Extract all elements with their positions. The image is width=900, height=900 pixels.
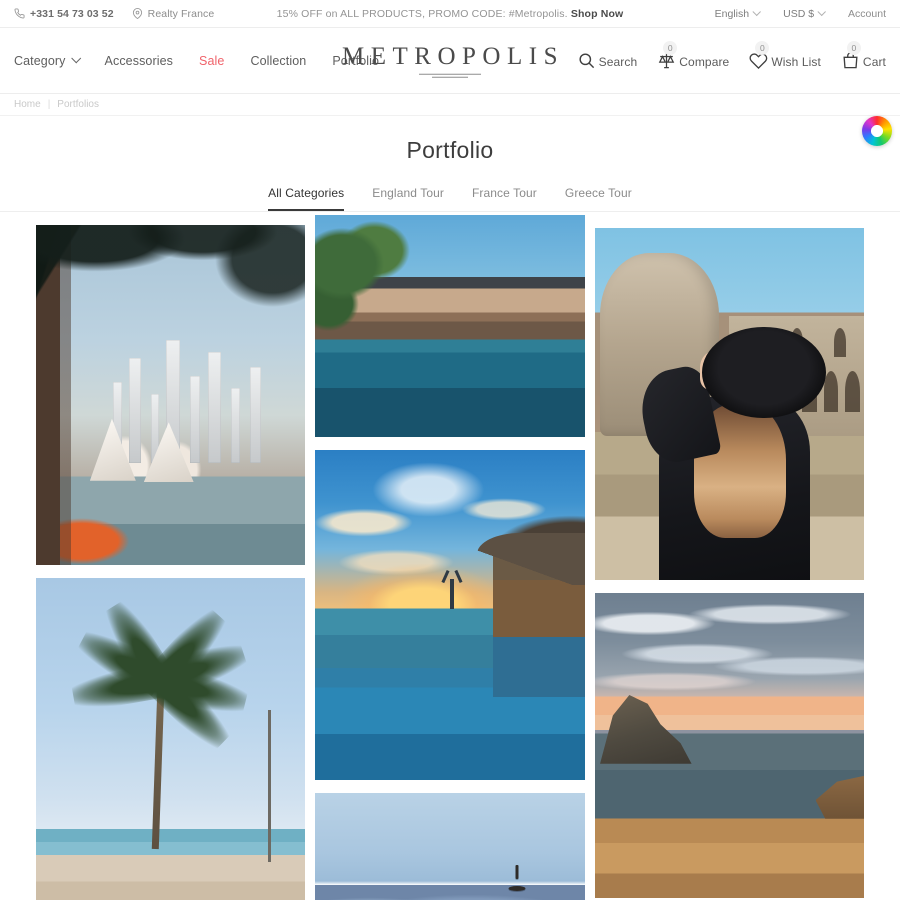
tab-all-categories[interactable]: All Categories bbox=[268, 186, 345, 211]
nav-label-accessories: Accessories bbox=[104, 53, 174, 68]
site-logo[interactable]: METROPOLIS bbox=[336, 43, 564, 78]
page-title: Portfolio bbox=[406, 137, 494, 163]
cart-label: Cart bbox=[862, 55, 886, 69]
beach-lamppost bbox=[267, 710, 271, 862]
wishlist-label: Wish List bbox=[771, 55, 821, 69]
pagoda-tower bbox=[482, 864, 552, 900]
wishlist-button[interactable]: 0 Wish List bbox=[749, 41, 821, 70]
nav-label-category: Category bbox=[14, 53, 66, 68]
topbar-contact-group: +331 54 73 03 52 Realty France bbox=[14, 8, 214, 20]
gallery-item-overwater-sunset[interactable] bbox=[315, 450, 585, 780]
chevron-down-icon bbox=[70, 53, 81, 64]
map-pin-icon bbox=[132, 8, 143, 19]
thatched-roof bbox=[476, 532, 585, 586]
nav-item-sale[interactable]: Sale bbox=[199, 54, 224, 68]
site-header: Category Accessories Sale Collection Por… bbox=[0, 28, 900, 94]
topbar-settings-group: English USD $ Account bbox=[714, 7, 886, 20]
gallery-column-3 bbox=[594, 228, 864, 900]
person-silhouette bbox=[449, 578, 454, 609]
top-announcement-bar: +331 54 73 03 52 Realty France 15% OFF o… bbox=[0, 0, 900, 28]
breadcrumb-separator: | bbox=[47, 99, 51, 110]
tab-england-tour[interactable]: England Tour bbox=[372, 186, 444, 211]
black-wide-brim-hat bbox=[702, 326, 827, 419]
gallery-item-palm-beach[interactable] bbox=[36, 578, 306, 900]
main-navigation: Category Accessories Sale Collection Por… bbox=[14, 53, 379, 68]
language-label: English bbox=[714, 7, 750, 20]
topbar-phone[interactable]: +331 54 73 03 52 bbox=[14, 8, 114, 20]
gallery-item-bali-villa[interactable] bbox=[315, 215, 585, 437]
phone-icon bbox=[14, 8, 25, 19]
color-wheel-icon[interactable] bbox=[862, 116, 892, 146]
portfolio-gallery-grid bbox=[0, 215, 900, 900]
nav-item-category[interactable]: Category bbox=[14, 53, 81, 68]
logo-wordmark: METROPOLIS bbox=[342, 42, 564, 70]
topbar-location[interactable]: Realty France bbox=[132, 8, 215, 20]
nav-label-sale: Sale bbox=[199, 53, 225, 68]
account-link[interactable]: Account bbox=[848, 8, 886, 20]
gallery-item-bali-pagoda[interactable] bbox=[315, 793, 585, 900]
gallery-item-sydney-opera[interactable] bbox=[36, 225, 306, 565]
search-icon bbox=[577, 51, 596, 70]
compare-button[interactable]: 0 Compare bbox=[657, 41, 730, 70]
currency-label: USD $ bbox=[783, 7, 815, 20]
language-selector[interactable]: English bbox=[714, 7, 762, 20]
shop-now-link[interactable]: Shop Now bbox=[571, 8, 624, 20]
logo-underline-rules bbox=[336, 73, 564, 78]
gallery-column-2 bbox=[315, 215, 585, 900]
gallery-item-colosseum-rome[interactable] bbox=[594, 228, 864, 580]
promo-text: 15% OFF on ALL PRODUCTS, PROMO CODE: #Me… bbox=[276, 7, 568, 20]
nav-item-collection[interactable]: Collection bbox=[250, 54, 306, 68]
portfolio-filter-tabs: All Categories England Tour France Tour … bbox=[0, 186, 900, 212]
gallery-item-es-vedra-ibiza[interactable] bbox=[594, 593, 864, 898]
search-button[interactable]: Search bbox=[577, 51, 638, 70]
search-label: Search bbox=[598, 55, 638, 69]
topbar-phone-text: +331 54 73 03 52 bbox=[30, 7, 114, 20]
compare-label: Compare bbox=[679, 55, 730, 69]
cliff-ledge bbox=[815, 774, 864, 819]
breadcrumb-home[interactable]: Home bbox=[14, 99, 41, 110]
cart-button[interactable]: 0 Cart bbox=[841, 41, 886, 70]
sydney-skyline bbox=[106, 313, 273, 463]
topbar-location-text: Realty France bbox=[147, 7, 215, 20]
nav-item-accessories[interactable]: Accessories bbox=[105, 54, 173, 68]
gallery-column-1 bbox=[36, 225, 306, 900]
chevron-down-icon bbox=[817, 7, 826, 16]
currency-selector[interactable]: USD $ bbox=[783, 7, 826, 20]
es-vedra-rock bbox=[600, 694, 692, 764]
breadcrumb-current: Portfolios bbox=[57, 99, 99, 110]
chevron-down-icon bbox=[752, 7, 762, 16]
tab-greece-tour[interactable]: Greece Tour bbox=[565, 186, 632, 211]
header-utility-nav: Search 0 Compare 0 Wish List 0 Cart bbox=[577, 41, 886, 70]
tab-france-tour[interactable]: France Tour bbox=[472, 186, 537, 211]
nav-label-collection: Collection bbox=[250, 53, 307, 68]
breadcrumb: Home | Portfolios bbox=[0, 94, 900, 116]
cart-count-badge: 0 bbox=[846, 41, 861, 55]
